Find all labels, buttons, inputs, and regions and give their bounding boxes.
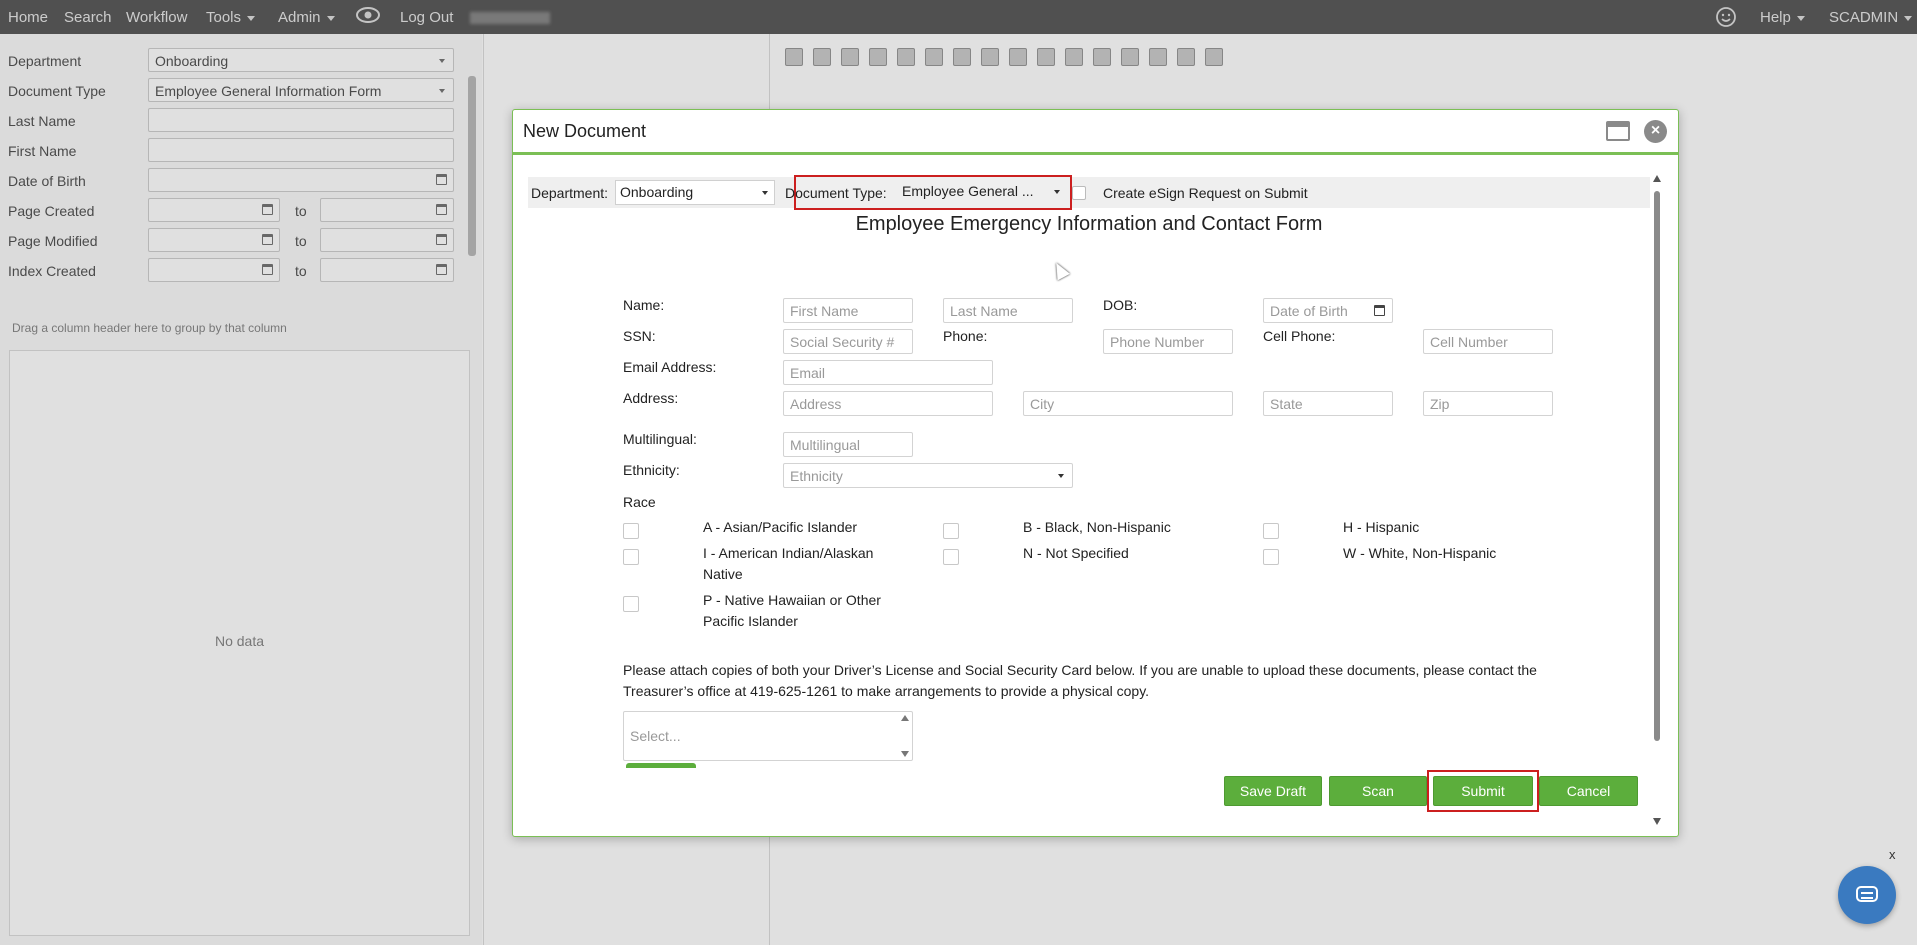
- dob-label: DOB:: [1103, 297, 1138, 313]
- state-input[interactable]: State: [1263, 391, 1393, 416]
- multilingual-input[interactable]: Multilingual: [783, 432, 913, 457]
- scroll-down-icon[interactable]: [1653, 818, 1661, 825]
- submit-button[interactable]: Submit: [1433, 776, 1533, 806]
- department-dropdown[interactable]: Onboarding: [615, 180, 775, 205]
- form-title: Employee Emergency Information and Conta…: [855, 213, 1323, 235]
- address-input[interactable]: Address: [783, 391, 993, 416]
- department-dropdown-value: Onboarding: [620, 184, 694, 200]
- doctype-dropdown-value: Employee General ...: [902, 183, 1034, 199]
- race-checkbox-h[interactable]: [1263, 523, 1279, 539]
- scrollbar-thumb[interactable]: [1654, 191, 1660, 741]
- cell-phone-label: Cell Phone:: [1263, 328, 1336, 344]
- race-checkbox-p[interactable]: [623, 596, 639, 612]
- department-label: Department:: [531, 185, 609, 201]
- scroll-down-icon[interactable]: [901, 751, 909, 757]
- race-option-p: P - Native Hawaiian or Other Pacific Isl…: [703, 592, 881, 629]
- race-checkbox-i[interactable]: [623, 549, 639, 565]
- doctype-dropdown[interactable]: Employee General ...: [898, 180, 1066, 205]
- upload-button[interactable]: [626, 763, 696, 768]
- race-option-n: N - Not Specified: [1023, 545, 1129, 561]
- zip-input[interactable]: Zip: [1423, 391, 1553, 416]
- attachment-select[interactable]: Select...: [623, 711, 913, 761]
- form-toolbar: Department: Onboarding Document Type: Em…: [528, 175, 1650, 210]
- scroll-up-icon[interactable]: [901, 715, 909, 721]
- city-input[interactable]: City: [1023, 391, 1233, 416]
- attachment-select-placeholder: Select...: [630, 728, 681, 744]
- phone-input[interactable]: Phone Number: [1103, 329, 1233, 354]
- dialog-scrollbar[interactable]: [1652, 175, 1662, 825]
- chat-icon-line: [1861, 892, 1873, 894]
- dob-input[interactable]: Date of Birth: [1263, 298, 1393, 323]
- race-checkbox-n[interactable]: [943, 549, 959, 565]
- race-option-w: W - White, Non-Hispanic: [1343, 545, 1497, 561]
- ethnicity-placeholder: Ethnicity: [790, 468, 843, 484]
- race-option-i: I - American Indian/Alaskan Native: [703, 545, 874, 582]
- race-option-h: H - Hispanic: [1343, 519, 1420, 535]
- chevron-down-icon: [1054, 190, 1060, 194]
- chevron-down-icon: [762, 191, 768, 195]
- name-label: Name:: [623, 297, 665, 313]
- dialog-header: New Document ×: [513, 110, 1678, 155]
- scan-button[interactable]: Scan: [1329, 776, 1427, 806]
- dob-placeholder: Date of Birth: [1270, 303, 1348, 319]
- maximize-icon[interactable]: [1606, 121, 1630, 141]
- new-document-dialog: New Document × Department: Onboarding Do…: [512, 109, 1679, 837]
- save-draft-button[interactable]: Save Draft: [1224, 776, 1322, 806]
- close-icon[interactable]: ×: [1644, 120, 1667, 143]
- esign-label: Create eSign Request on Submit: [1103, 185, 1308, 201]
- race-label: Race: [623, 494, 656, 510]
- cancel-button[interactable]: Cancel: [1539, 776, 1638, 806]
- race-option-a: A - Asian/Pacific Islander: [703, 519, 858, 535]
- esign-checkbox[interactable]: [1072, 186, 1086, 200]
- chat-icon-line: [1861, 897, 1873, 899]
- scroll-up-icon[interactable]: [1653, 175, 1661, 182]
- chat-launcher-button[interactable]: [1838, 866, 1896, 924]
- last-name-input[interactable]: Last Name: [943, 298, 1073, 323]
- race-option-b: B - Black, Non-Hispanic: [1023, 519, 1171, 535]
- race-checkbox-b[interactable]: [943, 523, 959, 539]
- chat-close-button[interactable]: x: [1889, 847, 1896, 862]
- dialog-title: New Document: [523, 121, 647, 141]
- email-label: Email Address:: [623, 359, 717, 375]
- ethnicity-dropdown[interactable]: Ethnicity: [783, 463, 1073, 488]
- cell-phone-input[interactable]: Cell Number: [1423, 329, 1553, 354]
- attachment-notice: Please attach copies of both your Driver…: [623, 662, 1537, 699]
- multilingual-label: Multilingual:: [623, 431, 697, 447]
- race-checkbox-a[interactable]: [623, 523, 639, 539]
- ssn-label: SSN:: [623, 328, 656, 344]
- email-input[interactable]: Email: [783, 360, 993, 385]
- calendar-icon[interactable]: [1374, 305, 1385, 316]
- ethnicity-label: Ethnicity:: [623, 462, 680, 478]
- ssn-input[interactable]: Social Security #: [783, 329, 913, 354]
- address-label: Address:: [623, 390, 679, 406]
- first-name-input[interactable]: First Name: [783, 298, 913, 323]
- doctype-label: Document Type:: [785, 185, 887, 201]
- chevron-down-icon: [1058, 474, 1064, 478]
- race-checkbox-w[interactable]: [1263, 549, 1279, 565]
- chat-icon: [1856, 886, 1878, 902]
- phone-label: Phone:: [943, 328, 988, 344]
